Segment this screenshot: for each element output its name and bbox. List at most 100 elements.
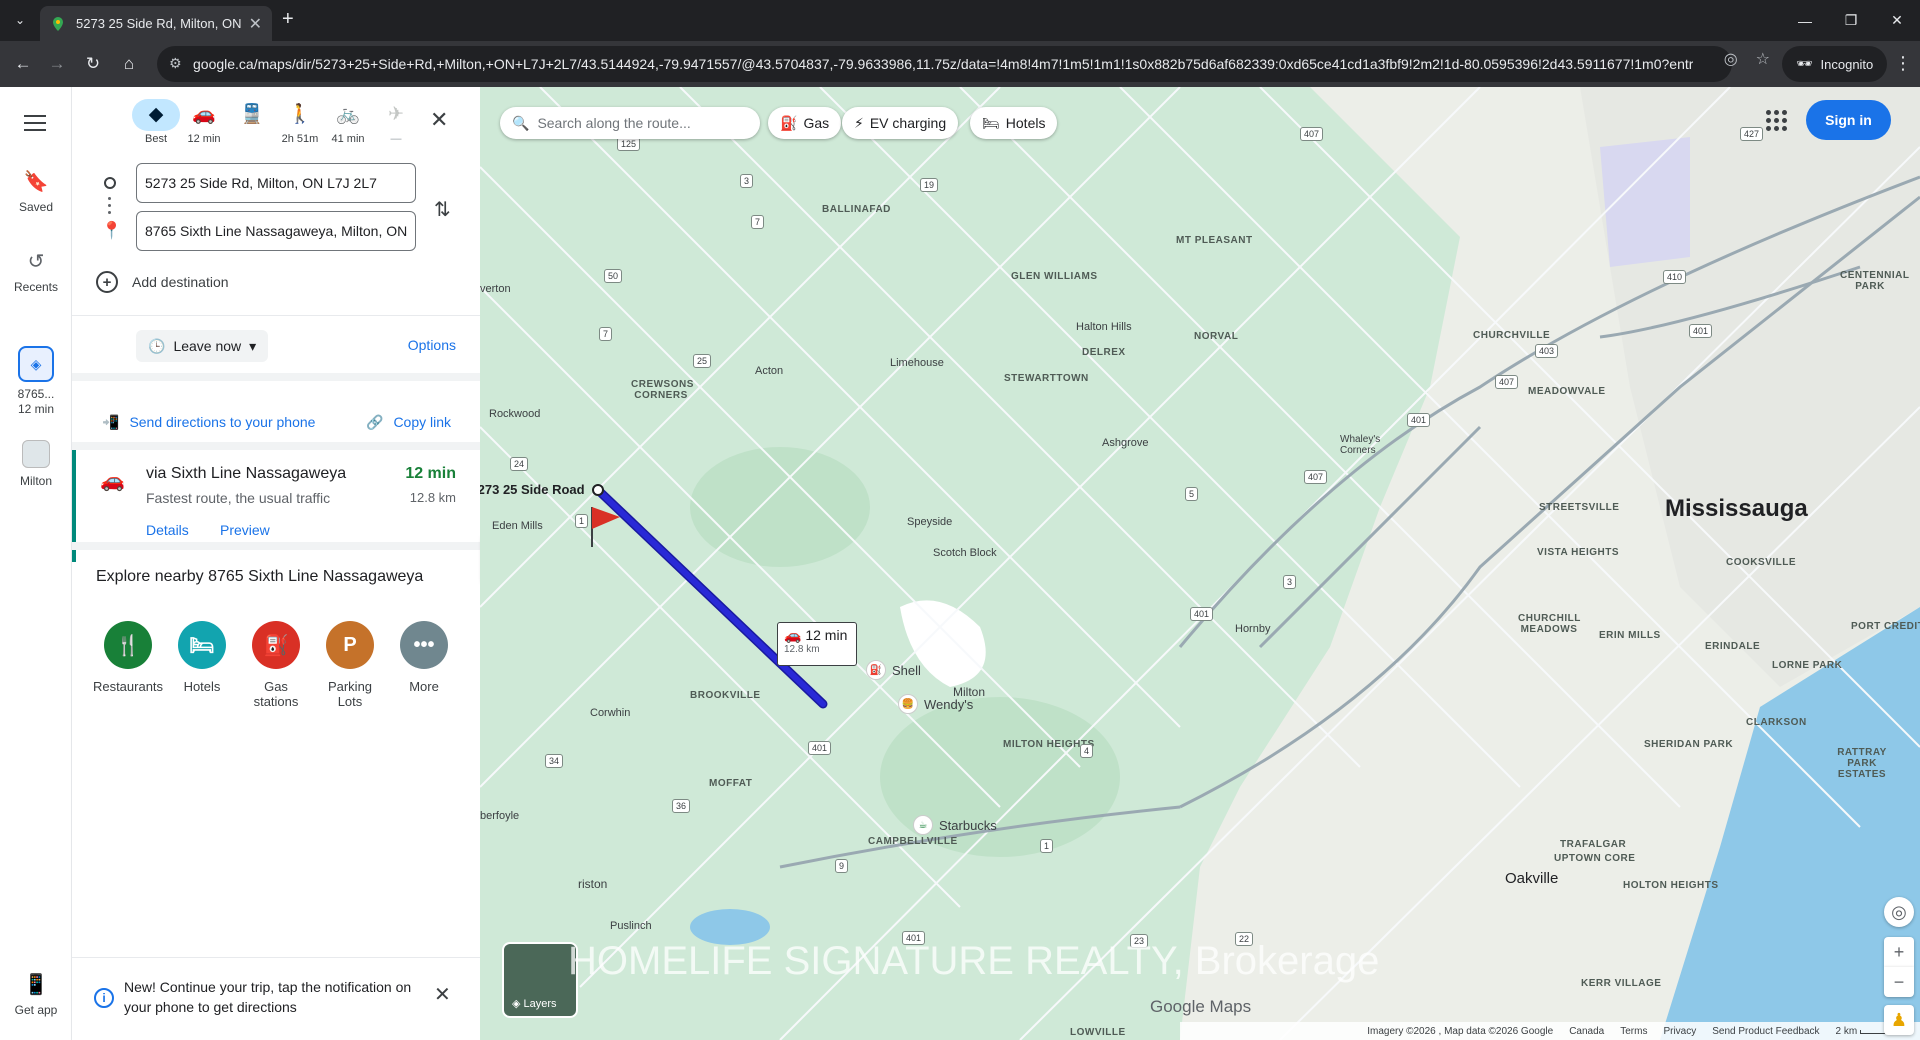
rail-saved-label: Saved xyxy=(18,200,54,214)
chip-label: EV charging xyxy=(869,115,947,131)
chip-hotels[interactable]: 🛏 Hotels xyxy=(970,107,1058,139)
bubble-time: 🚗 12 min xyxy=(784,627,848,643)
zoom-out-icon[interactable]: − xyxy=(1884,967,1914,997)
route-time-bubble[interactable]: 🚗 12 min 12.8 km xyxy=(777,622,857,666)
send-to-phone-button[interactable]: 📲 Send directions to your phone xyxy=(102,414,315,431)
town-corwhin: Corwhin xyxy=(590,707,631,719)
highway-shield: 410 xyxy=(1663,270,1687,284)
mode-drive-label: 12 min xyxy=(187,133,221,145)
label-vista-heights: VISTA HEIGHTS xyxy=(1537,547,1620,558)
transit-icon: 🚆 xyxy=(240,104,264,125)
add-destination[interactable]: + Add destination xyxy=(96,271,229,293)
swap-icon[interactable]: ⇅ xyxy=(434,197,451,222)
directions-rail-icon[interactable]: ◈ xyxy=(18,346,54,382)
town-hornby: Hornby xyxy=(1235,623,1271,635)
browser-tab[interactable]: 5273 25 Side Rd, Milton, ON L7 ✕ xyxy=(40,6,272,41)
mode-flight[interactable]: ✈ — xyxy=(372,99,420,145)
details-link[interactable]: Details xyxy=(146,522,189,538)
town-speyside: Speyside xyxy=(907,516,953,528)
rail-get-app[interactable]: 📱 Get app xyxy=(0,972,72,1017)
leave-now-dropdown[interactable]: 🕒 Leave now ▾ xyxy=(136,330,269,362)
town-whaleys-corners: Whaley's Corners xyxy=(1340,434,1381,456)
home-icon[interactable]: ⌂ xyxy=(116,51,142,77)
site-info-icon[interactable]: ⚙ xyxy=(169,55,182,72)
search-along-route-input[interactable]: 🔍 Search along the route... xyxy=(500,107,760,139)
maps-favicon-icon xyxy=(53,16,63,31)
forward-icon[interactable]: → xyxy=(44,51,70,77)
google-apps-icon[interactable] xyxy=(1763,107,1787,131)
eye-off-icon[interactable]: ◎ xyxy=(1724,49,1738,69)
close-directions-icon[interactable]: ✕ xyxy=(430,107,448,133)
pegman-icon[interactable]: ♟ xyxy=(1884,1005,1914,1035)
highway-shield: 1 xyxy=(575,514,589,528)
mode-bike-label: 41 min xyxy=(331,133,365,145)
caret-down-icon: ▾ xyxy=(249,337,257,354)
mode-drive[interactable]: 🚗 12 min xyxy=(180,99,228,145)
rail-recents[interactable]: ↺ Recents xyxy=(0,249,72,294)
chip-ev-charging[interactable]: ⚡ EV charging xyxy=(842,107,959,139)
copy-link-button[interactable]: 🔗 Copy link xyxy=(366,414,451,431)
reload-icon[interactable]: ↻ xyxy=(80,51,106,77)
label-lowville: LOWVILLE xyxy=(1070,1027,1126,1038)
category-label: Restaurants xyxy=(92,679,164,694)
label-trafalgar: TRAFALGAR xyxy=(1560,839,1627,850)
label-delrex: DELREX xyxy=(1082,347,1126,358)
back-icon[interactable]: ← xyxy=(10,51,36,77)
city-oakville: Oakville xyxy=(1505,870,1559,887)
place-shell[interactable]: ⛽ Shell xyxy=(866,660,921,680)
mode-bike[interactable]: 🚲 41 min xyxy=(324,99,372,145)
category-more[interactable]: ••• More xyxy=(388,621,460,694)
bookmark-star-icon[interactable]: ☆ xyxy=(1756,49,1770,69)
category-gas-stations[interactable]: ⛽ Gas stations xyxy=(240,621,312,709)
preview-link[interactable]: Preview xyxy=(220,522,270,538)
highway-shield: 1 xyxy=(1040,839,1054,853)
phone-icon: 📱 xyxy=(23,974,49,996)
browser-menu-icon[interactable]: ⋮ xyxy=(1894,53,1912,74)
mode-best-label: Best xyxy=(144,133,167,145)
mode-transit[interactable]: 🚆 xyxy=(228,99,276,133)
place-wendys[interactable]: 🍔 Wendy's xyxy=(898,694,973,714)
window-close-icon[interactable]: ✕ xyxy=(1874,0,1920,41)
incognito-badge[interactable]: 🕶 Incognito xyxy=(1782,46,1888,82)
tab-search-icon[interactable]: ⌄ xyxy=(8,8,32,32)
browser-tab-bar: ⌄ 5273 25 Side Rd, Milton, ON L7 ✕ + — ❐… xyxy=(0,0,1920,41)
directions-panel: ◆ Best 🚗 12 min 🚆 🚶 2h 51m 🚲 41 min ✈ — … xyxy=(72,87,480,1040)
minimize-icon[interactable]: — xyxy=(1782,0,1828,41)
mode-best[interactable]: ◆ Best xyxy=(132,99,180,145)
privacy-link[interactable]: Privacy xyxy=(1663,1026,1696,1037)
region-link[interactable]: Canada xyxy=(1569,1026,1604,1037)
layers-icon: ◈ xyxy=(512,998,524,1010)
origin-input[interactable]: 5273 25 Side Rd, Milton, ON L7J 2L7 xyxy=(136,163,416,203)
restore-icon[interactable]: ❐ xyxy=(1828,0,1874,41)
label-streetsville: STREETSVILLE xyxy=(1539,502,1620,513)
rail-saved[interactable]: 🔖 Saved xyxy=(0,169,72,214)
map-canvas[interactable]: 5273 25 Side Road 🚗 12 min 12.8 km Missi… xyxy=(480,87,1920,1040)
label-brookville: BROOKVILLE xyxy=(690,690,761,701)
highway-shield: 4 xyxy=(1080,744,1094,758)
bubble-km: 12.8 km xyxy=(784,644,820,655)
category-hotels[interactable]: 🛏 Hotels xyxy=(166,621,238,694)
highway-shield: 403 xyxy=(1535,344,1559,358)
dismiss-notice-icon[interactable]: ✕ xyxy=(434,982,451,1007)
destination-input[interactable]: 8765 Sixth Line Nassagaweya, Milton, ON xyxy=(136,211,416,251)
new-tab-icon[interactable]: + xyxy=(282,8,294,31)
chip-gas[interactable]: ⛽ Gas xyxy=(768,107,842,139)
category-restaurants[interactable]: 🍴 Restaurants xyxy=(92,621,164,694)
menu-icon[interactable] xyxy=(24,115,46,133)
mode-walk[interactable]: 🚶 2h 51m xyxy=(276,99,324,145)
my-location-icon[interactable]: ◎ xyxy=(1884,897,1914,927)
label-holton-heights: HOLTON HEIGHTS xyxy=(1623,880,1719,891)
category-parking-lots[interactable]: P Parking Lots xyxy=(314,621,386,709)
rail-active-route[interactable]: 8765... 12 min xyxy=(0,387,72,417)
place-starbucks[interactable]: ☕ Starbucks xyxy=(913,815,997,835)
sign-in-button[interactable]: Sign in xyxy=(1806,100,1891,140)
terms-link[interactable]: Terms xyxy=(1620,1026,1647,1037)
layers-button[interactable]: ◈ Layers xyxy=(502,942,578,1018)
feedback-link[interactable]: Send Product Feedback xyxy=(1712,1026,1819,1037)
milton-thumbnail[interactable] xyxy=(22,440,50,468)
rail-milton[interactable]: Milton xyxy=(0,474,72,488)
zoom-in-icon[interactable]: + xyxy=(1884,937,1914,967)
options-link[interactable]: Options xyxy=(408,337,456,353)
address-bar[interactable]: ⚙ google.ca/maps/dir/5273+25+Side+Rd,+Mi… xyxy=(157,46,1732,82)
tab-close-icon[interactable]: ✕ xyxy=(249,14,262,34)
